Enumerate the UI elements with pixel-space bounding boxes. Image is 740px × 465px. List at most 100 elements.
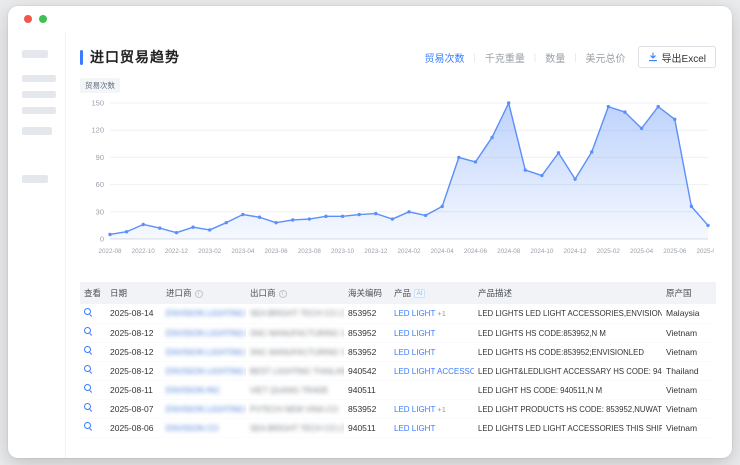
view-search-icon[interactable] (84, 422, 93, 431)
data-point[interactable] (391, 217, 394, 220)
view-search-icon[interactable] (84, 403, 93, 412)
row-exporter-redacted[interactable]: SEA BRIGHT TECH CO LTD (250, 424, 344, 433)
data-point[interactable] (258, 216, 261, 219)
row-date: 2025-08-12 (110, 347, 153, 357)
data-point[interactable] (557, 151, 560, 154)
row-product-link[interactable]: LED LIGHT (394, 329, 435, 338)
data-point[interactable] (424, 214, 427, 217)
row-product-link[interactable]: LED LIGHT (394, 348, 435, 357)
info-icon[interactable] (279, 290, 287, 298)
data-point[interactable] (623, 110, 626, 113)
data-point[interactable] (607, 105, 610, 108)
sidebar-item-placeholder[interactable] (22, 75, 56, 82)
data-point[interactable] (125, 230, 128, 233)
trend-card-header: 进口贸易趋势 贸易次数|千克重量|数量|美元总价 导出Excel (80, 44, 716, 70)
data-point[interactable] (457, 156, 460, 159)
data-point[interactable] (175, 231, 178, 234)
table-row[interactable]: 2025-08-12 ENVISION LIGHTING INC SNC MAN… (80, 342, 716, 361)
row-exporter-redacted[interactable]: SNC MANUFACTURING VIETNAM (250, 329, 344, 338)
view-search-icon[interactable] (84, 384, 93, 393)
sidebar-nav (8, 32, 66, 458)
column-label: 产品 (394, 288, 411, 298)
page-title: 进口贸易趋势 (90, 47, 180, 67)
tab-metric-1[interactable]: 千克重量 (485, 50, 525, 65)
column-header-importer: 进口商 (162, 282, 246, 304)
window-close-dot[interactable] (24, 15, 32, 23)
table-row[interactable]: 2025-08-14 ENVISION LIGHTING INC SEA BRI… (80, 304, 716, 323)
window-zoom-dot[interactable] (39, 15, 47, 23)
export-excel-button[interactable]: 导出Excel (638, 46, 716, 68)
data-point[interactable] (241, 213, 244, 216)
data-point[interactable] (142, 223, 145, 226)
row-date: 2025-08-07 (110, 404, 153, 414)
table-row[interactable]: 2025-08-07 ENVISION LIGHTING INC PVTECH … (80, 399, 716, 418)
sidebar-item-placeholder[interactable] (22, 91, 56, 98)
row-importer-link-redacted[interactable]: ENVISION LIGHTING INC (166, 348, 246, 357)
chart-unit-chip: 贸易次数 (80, 78, 120, 93)
data-point[interactable] (673, 118, 676, 121)
sidebar-item-placeholder[interactable] (22, 127, 52, 135)
view-search-icon[interactable] (84, 308, 93, 317)
view-search-icon[interactable] (84, 327, 93, 336)
data-point[interactable] (208, 228, 211, 231)
row-importer-link-redacted[interactable]: ENVISION LIGHTING INC (166, 367, 246, 376)
row-importer-link-redacted[interactable]: ENVISION LIGHTING INC (166, 309, 246, 318)
row-exporter-redacted[interactable]: PVTECH NEW VINA CO (250, 405, 338, 414)
data-point[interactable] (407, 210, 410, 213)
x-tick-label: 2022-12 (165, 248, 189, 255)
column-label: 海关编码 (348, 288, 382, 298)
table-row[interactable]: 2025-08-06 ENVISION CO SEA BRIGHT TECH C… (80, 418, 716, 437)
row-exporter-redacted[interactable]: BEST LIGHTING THAILAND (250, 367, 344, 376)
tab-metric-3[interactable]: 美元总价 (586, 50, 626, 65)
data-point[interactable] (573, 177, 576, 180)
data-point[interactable] (690, 205, 693, 208)
data-point[interactable] (524, 168, 527, 171)
row-exporter-redacted[interactable]: SNC MANUFACTURING VIETNAM (250, 348, 344, 357)
row-exporter-redacted[interactable]: SEA BRIGHT TECH CO LTD (250, 309, 344, 318)
row-importer-link-redacted[interactable]: ENVISION LIGHTING INC (166, 405, 246, 414)
table-row[interactable]: 2025-08-12 ENVISION LIGHTING INC BEST LI… (80, 361, 716, 380)
data-point[interactable] (374, 212, 377, 215)
row-description: LED LIGHTS LED LIGHT ACCESSORIES THIS SH… (478, 424, 662, 433)
data-point[interactable] (640, 127, 643, 130)
data-point[interactable] (490, 136, 493, 139)
data-point[interactable] (225, 221, 228, 224)
info-icon[interactable] (195, 290, 203, 298)
row-product-link[interactable]: LED LIGHT (394, 309, 435, 318)
x-tick-label: 2024-12 (564, 248, 588, 255)
row-country: Vietnam (666, 404, 697, 414)
row-importer-link-redacted[interactable]: ENVISION LIGHTING INC (166, 329, 246, 338)
tab-metric-0[interactable]: 贸易次数 (425, 50, 465, 65)
column-label: 出口商 (250, 288, 276, 298)
view-search-icon[interactable] (84, 346, 93, 355)
row-product-link[interactable]: LED LIGHT (394, 405, 435, 414)
row-product-link[interactable]: LED LIGHT ACCESSORY (394, 367, 474, 376)
data-point[interactable] (656, 105, 659, 108)
data-point[interactable] (590, 150, 593, 153)
sidebar-item-placeholder[interactable] (22, 107, 56, 114)
data-point[interactable] (308, 217, 311, 220)
data-point[interactable] (191, 226, 194, 229)
tab-metric-2[interactable]: 数量 (545, 50, 565, 65)
data-point[interactable] (540, 174, 543, 177)
data-point[interactable] (291, 218, 294, 221)
data-point[interactable] (341, 215, 344, 218)
data-point[interactable] (706, 224, 709, 227)
row-importer-link-redacted[interactable]: ENVISION CO (166, 424, 218, 433)
data-point[interactable] (274, 221, 277, 224)
data-point[interactable] (441, 205, 444, 208)
download-icon (648, 52, 658, 62)
row-exporter-redacted[interactable]: VIET QUANG TRADE (250, 386, 328, 395)
data-point[interactable] (357, 213, 360, 216)
data-point[interactable] (158, 226, 161, 229)
data-point[interactable] (474, 160, 477, 163)
table-row[interactable]: 2025-08-11 ENVISION INC VIET QUANG TRADE… (80, 380, 716, 399)
data-point[interactable] (324, 215, 327, 218)
data-point[interactable] (108, 233, 111, 236)
sidebar-item-placeholder[interactable] (22, 175, 48, 183)
row-product-link[interactable]: LED LIGHT (394, 424, 435, 433)
table-row[interactable]: 2025-08-12 ENVISION LIGHTING INC SNC MAN… (80, 323, 716, 342)
data-point[interactable] (507, 101, 510, 104)
view-search-icon[interactable] (84, 365, 93, 374)
row-importer-link-redacted[interactable]: ENVISION INC (166, 386, 220, 395)
